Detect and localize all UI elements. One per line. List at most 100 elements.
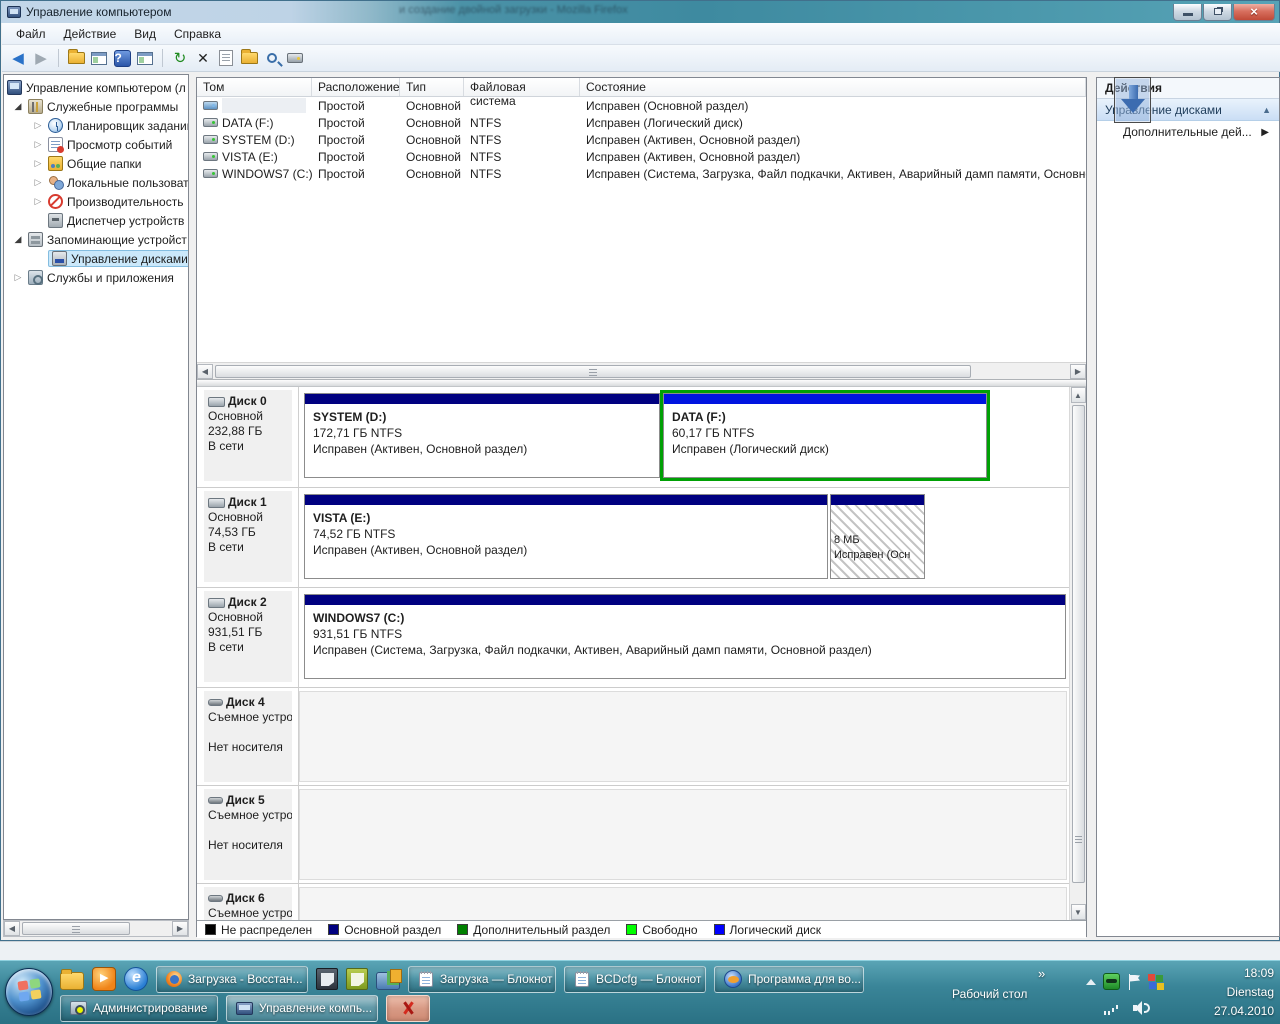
expander-icon[interactable]: ◢	[12, 234, 24, 245]
expander-icon[interactable]: ▷	[32, 158, 44, 169]
explorer-icon[interactable]	[60, 969, 84, 990]
scroll-left-icon[interactable]: ◀	[197, 363, 213, 379]
scrollbar-thumb[interactable]	[22, 922, 130, 935]
refresh-icon[interactable]: ↻	[170, 48, 190, 68]
tree-item-event-viewer[interactable]: ▷ Просмотр событий	[4, 135, 188, 154]
volume-list-horizontal-scrollbar[interactable]: ◀ ▶	[197, 362, 1086, 379]
tree-item-shared-folders[interactable]: ▷ Общие папки	[4, 154, 188, 173]
media-player-icon[interactable]	[92, 967, 116, 991]
taskbar-button-red-tool[interactable]	[386, 994, 430, 1022]
tree-item-device-manager[interactable]: Диспетчер устройств	[4, 211, 188, 230]
restore-button[interactable]	[1203, 4, 1232, 21]
no-media-area[interactable]	[299, 887, 1067, 920]
menu-action[interactable]: Действие	[56, 25, 125, 43]
disk-label[interactable]: Диск 5 Съемное устройство Нет носителя	[204, 789, 292, 880]
export-list-icon[interactable]	[89, 48, 109, 68]
taskbar-button-program[interactable]: Программа для во...	[714, 965, 864, 993]
no-media-area[interactable]	[299, 691, 1067, 782]
pinned-editor-dark-icon[interactable]	[316, 968, 338, 990]
menu-help[interactable]: Справка	[166, 25, 229, 43]
tree-item-storage[interactable]: ◢ Запоминающие устройст	[4, 230, 188, 249]
show-action-pane-icon[interactable]	[135, 48, 155, 68]
selected-tree-item[interactable]: Управление дисками	[48, 250, 188, 267]
expander-icon[interactable]: ▷	[32, 120, 44, 131]
column-header-type[interactable]: Тип	[400, 78, 464, 96]
table-row[interactable]: Простой Основной Исправен (Основной разд…	[197, 97, 1086, 114]
partition-data-f[interactable]: DATA (F:) 60,17 ГБ NTFS Исправен (Логиче…	[660, 390, 990, 481]
open-icon[interactable]	[239, 48, 259, 68]
column-header-filesystem[interactable]: Файловая система	[464, 78, 580, 108]
partition-vista-e[interactable]: VISTA (E:) 74,52 ГБ NTFS Исправен (Актив…	[304, 494, 828, 579]
tree-item-computer-management[interactable]: Управление компьютером (л	[4, 78, 188, 97]
actions-more-item[interactable]: Дополнительные дей... ▶	[1097, 121, 1279, 143]
scrollbar-thumb[interactable]	[215, 364, 971, 378]
expander-icon[interactable]: ▷	[12, 272, 24, 283]
tree-item-performance[interactable]: ▷ Производительность	[4, 192, 188, 211]
expander-icon[interactable]: ▷	[32, 177, 44, 188]
tree-item-local-users[interactable]: ▷ Локальные пользовате	[4, 173, 188, 192]
find-icon[interactable]	[262, 48, 282, 68]
color-grid-tray-icon[interactable]	[1148, 973, 1164, 990]
network-signal-icon[interactable]	[1104, 1002, 1121, 1015]
show-hidden-icons-icon[interactable]	[1086, 978, 1096, 985]
table-row[interactable]: WINDOWS7 (C:) Простой Основной NTFS Испр…	[197, 165, 1086, 182]
forward-icon[interactable]: ▶	[31, 48, 51, 68]
disk-view-vertical-scrollbar[interactable]: ▲ ▼	[1069, 387, 1086, 920]
volume-icon[interactable]	[1133, 1001, 1151, 1015]
expander-icon[interactable]: ◢	[12, 101, 24, 112]
disk-settings-icon[interactable]	[285, 48, 305, 68]
taskbar-button-firefox[interactable]: Загрузка - Восстан...	[156, 965, 308, 993]
taskbar-button-computer-management[interactable]: Управление компь...	[226, 994, 378, 1022]
tree-item-disk-management[interactable]: Управление дисками	[4, 249, 188, 268]
help-icon[interactable]: ?	[112, 48, 132, 68]
scroll-right-icon[interactable]: ▶	[172, 921, 188, 936]
antivirus-tray-icon[interactable]	[1103, 973, 1120, 990]
toolbar-chevron-icon[interactable]: »	[1038, 966, 1045, 981]
window-title-bar[interactable]: и создание двойной загрузки - Mozilla Fi…	[1, 1, 1279, 23]
expander-icon[interactable]: ▷	[32, 139, 44, 150]
desktop-toolbar-label[interactable]: Рабочий стол	[952, 987, 1027, 1001]
taskbar-button-notepad-2[interactable]: BCDcfg — Блокнот	[564, 965, 706, 993]
back-icon[interactable]: ◀	[8, 48, 28, 68]
column-header-volume[interactable]: Том	[197, 78, 312, 96]
taskbar-button-administration[interactable]: Администрирование	[60, 994, 218, 1022]
tree-horizontal-scrollbar[interactable]: ◀ ▶	[3, 920, 189, 937]
scroll-down-icon[interactable]: ▼	[1070, 904, 1086, 920]
taskbar-button-notepad-1[interactable]: Загрузка — Блокнот	[408, 965, 556, 993]
disk-label[interactable]: Диск 1 Основной 74,53 ГБ В сети	[204, 491, 292, 582]
taskbar-clock[interactable]: 18:09 Dienstag 27.04.2010	[1214, 964, 1274, 1021]
properties-icon[interactable]	[216, 48, 236, 68]
scroll-left-icon[interactable]: ◀	[4, 921, 20, 936]
close-button[interactable]: ×	[1233, 4, 1275, 21]
table-row[interactable]: DATA (F:) Простой Основной NTFS Исправен…	[197, 114, 1086, 131]
disk-label[interactable]: Диск 4 Съемное устройство Нет носителя	[204, 691, 292, 782]
internet-explorer-icon[interactable]	[124, 967, 148, 991]
tree-item-system-tools[interactable]: ◢ Служебные программы	[4, 97, 188, 116]
collapse-icon[interactable]: ▲	[1262, 105, 1271, 115]
tree-item-task-scheduler[interactable]: ▷ Планировщик заданий	[4, 116, 188, 135]
table-row[interactable]: VISTA (E:) Простой Основной NTFS Исправе…	[197, 148, 1086, 165]
disk-label[interactable]: Диск 6 Съемное устройство	[204, 887, 292, 920]
no-media-area[interactable]	[299, 789, 1067, 880]
partition-system-d[interactable]: SYSTEM (D:) 172,71 ГБ NTFS Исправен (Акт…	[304, 393, 660, 478]
scroll-up-icon[interactable]: ▲	[1070, 387, 1086, 403]
scrollbar-thumb[interactable]	[1071, 405, 1085, 883]
delete-icon[interactable]: ✕	[193, 48, 213, 68]
action-center-flag-icon[interactable]	[1127, 973, 1141, 990]
tree-item-services[interactable]: ▷ Службы и приложения	[4, 268, 188, 287]
disk-label[interactable]: Диск 0 Основной 232,88 ГБ В сети	[204, 390, 292, 481]
column-header-layout[interactable]: Расположение	[312, 78, 400, 96]
column-header-status[interactable]: Состояние	[580, 78, 1086, 96]
show-console-tree-icon[interactable]	[66, 48, 86, 68]
disk-label[interactable]: Диск 2 Основной 931,51 ГБ В сети	[204, 591, 292, 682]
pinned-computer-viewer-icon[interactable]	[376, 968, 402, 990]
partition-8mb[interactable]: 8 МБ Исправен (Осн	[830, 494, 925, 579]
menu-view[interactable]: Вид	[126, 25, 164, 43]
partition-windows7-c[interactable]: WINDOWS7 (C:) 931,51 ГБ NTFS Исправен (С…	[304, 594, 1066, 679]
menu-file[interactable]: Файл	[8, 25, 54, 43]
pane-splitter[interactable]	[197, 379, 1086, 387]
minimize-button[interactable]	[1173, 4, 1202, 21]
expander-icon[interactable]: ▷	[32, 196, 44, 207]
start-button[interactable]	[5, 968, 53, 1016]
scroll-right-icon[interactable]: ▶	[1070, 363, 1086, 379]
